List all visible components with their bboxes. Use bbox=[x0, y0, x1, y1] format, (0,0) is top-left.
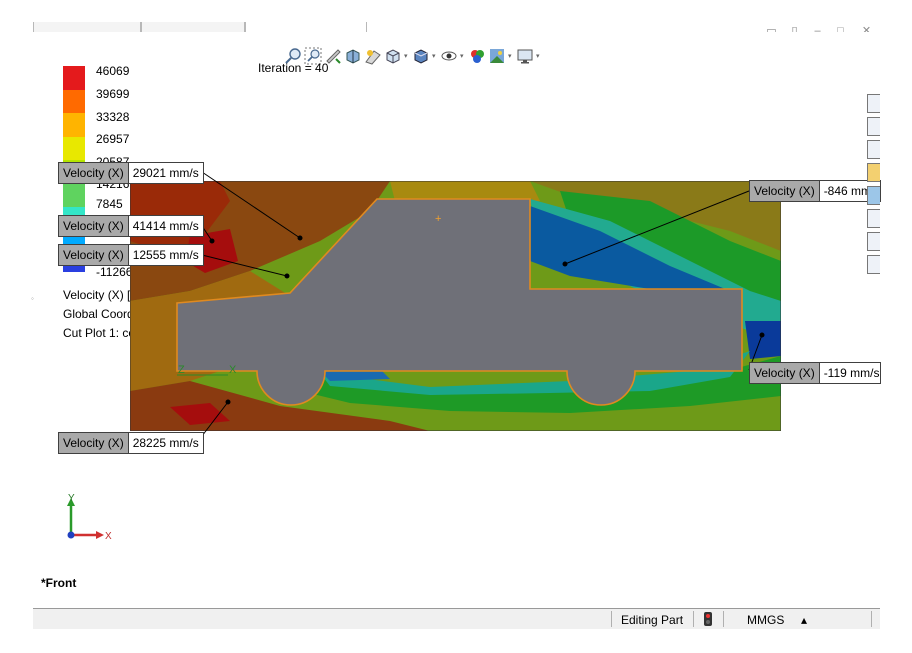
axis-z-label: Z bbox=[178, 364, 185, 376]
rebuild-indicator-icon[interactable] bbox=[704, 612, 712, 629]
chevron-down-icon[interactable]: ▾ bbox=[404, 52, 410, 60]
home-icon[interactable] bbox=[867, 94, 880, 113]
axis-x-label: X bbox=[229, 364, 237, 376]
triad-x-arrow bbox=[96, 531, 104, 539]
search-results-icon[interactable] bbox=[867, 163, 880, 182]
callout-label: Velocity (X) bbox=[59, 216, 129, 236]
callout-value: 12555 mm/s bbox=[128, 245, 203, 265]
callout-value: -119 mm/s bbox=[819, 363, 880, 383]
view-name-label: *Front bbox=[41, 576, 77, 590]
hide-show-icon[interactable] bbox=[440, 47, 458, 65]
triad-x-label: X bbox=[105, 531, 112, 542]
callout-value: 41414 mm/s bbox=[128, 216, 203, 236]
custom-properties-icon[interactable] bbox=[867, 209, 880, 228]
view-settings-icon[interactable] bbox=[516, 47, 534, 65]
triad-y-label: Y bbox=[68, 493, 75, 504]
dynamic-annotation-icon[interactable] bbox=[364, 47, 382, 65]
callout-value: 29021 mm/s bbox=[128, 163, 203, 183]
chevron-down-icon[interactable]: ▾ bbox=[460, 52, 466, 60]
forum-icon[interactable] bbox=[867, 232, 880, 251]
legend-swatch bbox=[63, 89, 85, 113]
velocity-probe-callout[interactable]: Velocity (X) 29021 mm/s bbox=[58, 162, 204, 184]
legend-value: -11266 bbox=[96, 265, 133, 279]
status-divider bbox=[723, 611, 724, 627]
velocity-probe-callout[interactable]: Velocity (X) -846 mm/s bbox=[749, 180, 881, 202]
legend-value: 33328 bbox=[96, 110, 130, 124]
legend-swatch bbox=[63, 136, 85, 160]
legend-value: 7845 bbox=[96, 197, 123, 211]
section-view-icon[interactable] bbox=[344, 47, 362, 65]
callout-label: Velocity (X) bbox=[59, 245, 129, 265]
callout-label: Velocity (X) bbox=[750, 181, 820, 201]
velocity-probe-callout[interactable]: Velocity (X) 41414 mm/s bbox=[58, 215, 204, 237]
velocity-probe-callout[interactable]: Velocity (X) 12555 mm/s bbox=[58, 244, 204, 266]
file-explorer-icon[interactable] bbox=[867, 140, 880, 159]
velocity-probe-callout[interactable]: Velocity (X) -119 mm/s bbox=[749, 362, 881, 384]
legend-swatch bbox=[63, 183, 85, 207]
unit-system-selector[interactable]: MMGS bbox=[747, 613, 784, 627]
apply-scene-icon[interactable] bbox=[488, 47, 506, 65]
velocity-probe-callout[interactable]: Velocity (X) 28225 mm/s bbox=[58, 432, 204, 454]
status-divider bbox=[611, 611, 612, 627]
callout-label: Velocity (X) bbox=[750, 363, 820, 383]
appearances-icon[interactable] bbox=[867, 186, 880, 205]
chat-icon[interactable] bbox=[867, 255, 880, 274]
legend-value: 46069 bbox=[96, 64, 130, 78]
chevron-down-icon[interactable]: ▾ bbox=[508, 52, 514, 60]
view-orientation-icon[interactable] bbox=[384, 47, 402, 65]
origin-marker-icon: + bbox=[435, 213, 441, 225]
status-divider bbox=[871, 611, 872, 627]
status-bar: Editing Part MMGS ▴ bbox=[33, 608, 880, 629]
chevron-up-icon[interactable]: ▴ bbox=[801, 613, 807, 627]
legend-value: 26957 bbox=[96, 132, 130, 146]
status-mode: Editing Part bbox=[621, 613, 684, 627]
cut-plot-contours: + Z X bbox=[130, 181, 781, 431]
axis-triad: Y X bbox=[67, 493, 112, 542]
contour-band bbox=[745, 321, 781, 359]
legend-value: 39699 bbox=[96, 87, 130, 101]
legend-swatch bbox=[63, 66, 85, 90]
task-pane-tabs bbox=[867, 94, 880, 284]
status-divider bbox=[693, 611, 694, 627]
display-style-icon[interactable] bbox=[412, 47, 430, 65]
panel-grip-icon[interactable]: ◦ bbox=[31, 294, 37, 306]
parts-library-icon[interactable] bbox=[867, 117, 880, 136]
legend-swatch bbox=[63, 113, 85, 137]
triad-z-axis bbox=[67, 531, 75, 539]
callout-label: Velocity (X) bbox=[59, 163, 129, 183]
edit-appearance-icon[interactable] bbox=[468, 47, 486, 65]
chevron-down-icon[interactable]: ▾ bbox=[536, 52, 542, 60]
callout-label: Velocity (X) bbox=[59, 433, 129, 453]
iteration-label: Iteration = 40 bbox=[258, 61, 329, 75]
chevron-down-icon[interactable]: ▾ bbox=[432, 52, 438, 60]
callout-value: 28225 mm/s bbox=[128, 433, 203, 453]
